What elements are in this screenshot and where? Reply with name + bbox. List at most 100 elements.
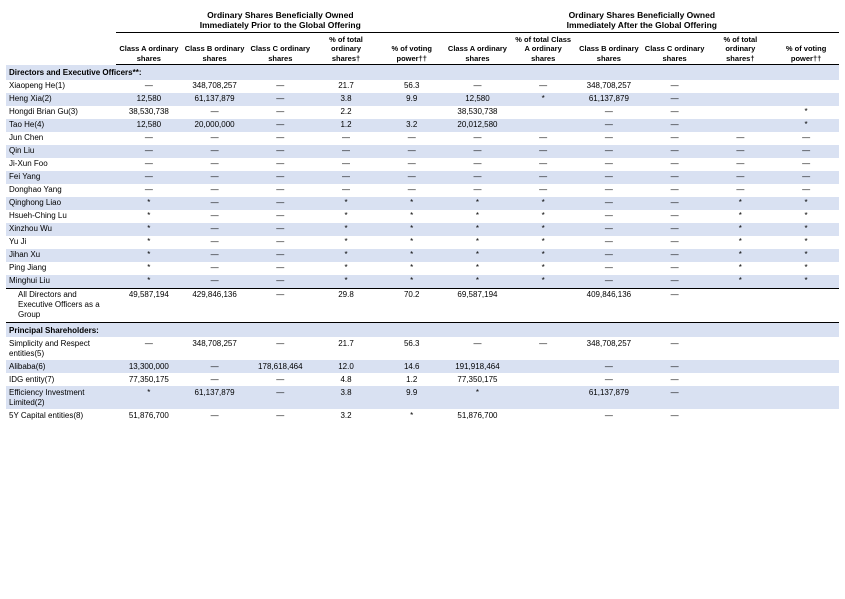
classB-after: — xyxy=(576,210,642,223)
classB-before: 348,708,257 xyxy=(182,337,248,360)
classB-after: — xyxy=(576,145,642,158)
data-row: Qinghong Liao*——****——** xyxy=(6,197,839,210)
pct-total-after: * xyxy=(707,262,773,275)
classA-before: 77,350,175 xyxy=(116,373,182,386)
col-classC-before: Class C ordinary shares xyxy=(247,33,313,65)
classC-before: — xyxy=(247,145,313,158)
classB-after: 348,708,257 xyxy=(576,337,642,360)
pct-total-before: 29.8 xyxy=(313,288,379,322)
group-row: All Directors and Executive Officers as … xyxy=(6,288,839,322)
data-row: Efficiency Investment Limited(2)*61,137,… xyxy=(6,386,839,409)
pct-classA-after: — xyxy=(510,80,576,93)
pct-total-after xyxy=(707,386,773,409)
pct-classA-after: — xyxy=(510,158,576,171)
data-row: Yu Ji*——****——** xyxy=(6,236,839,249)
data-row: Qin Liu——————————— xyxy=(6,145,839,158)
classC-after: — xyxy=(642,288,708,322)
pct-voting-before: * xyxy=(379,409,445,422)
classB-before: — xyxy=(182,262,248,275)
classB-before: 348,708,257 xyxy=(182,80,248,93)
classC-before: — xyxy=(247,288,313,322)
classC-after: — xyxy=(642,275,708,289)
classA-before: * xyxy=(116,262,182,275)
pct-classA-after: — xyxy=(510,171,576,184)
pct-total-after: — xyxy=(707,132,773,145)
classC-after: — xyxy=(642,145,708,158)
pct-voting-after xyxy=(773,288,839,322)
pct-voting-after: * xyxy=(773,249,839,262)
classC-after: — xyxy=(642,119,708,132)
row-name: Xinzhou Wu xyxy=(6,223,116,236)
pct-total-before: * xyxy=(313,210,379,223)
classC-before: — xyxy=(247,197,313,210)
classC-after: — xyxy=(642,80,708,93)
classC-before: — xyxy=(247,236,313,249)
pct-classA-after: — xyxy=(510,184,576,197)
classB-after: — xyxy=(576,360,642,373)
pct-voting-after xyxy=(773,337,839,360)
pct-total-before: 4.8 xyxy=(313,373,379,386)
pct-classA-after: * xyxy=(510,236,576,249)
classA-after: * xyxy=(445,275,511,289)
classA-before: 12,580 xyxy=(116,93,182,106)
classB-before: — xyxy=(182,223,248,236)
pct-voting-before: — xyxy=(379,145,445,158)
classC-after: — xyxy=(642,249,708,262)
classB-before: — xyxy=(182,236,248,249)
data-row: Xinzhou Wu*——****——** xyxy=(6,223,839,236)
classA-before: * xyxy=(116,249,182,262)
pct-voting-before: * xyxy=(379,249,445,262)
pct-total-before: — xyxy=(313,158,379,171)
classA-before: 49,587,194 xyxy=(116,288,182,322)
pct-total-after xyxy=(707,373,773,386)
pct-voting-before: * xyxy=(379,197,445,210)
classB-before: 61,137,879 xyxy=(182,93,248,106)
classA-before: 38,530,738 xyxy=(116,106,182,119)
classC-before: — xyxy=(247,171,313,184)
pct-classA-after: * xyxy=(510,262,576,275)
col-classB-after: Class B ordinary shares xyxy=(576,33,642,65)
classC-before: — xyxy=(247,106,313,119)
classA-after: 20,012,580 xyxy=(445,119,511,132)
classA-after: 12,580 xyxy=(445,93,511,106)
pct-voting-after: — xyxy=(773,171,839,184)
classA-before: 13,300,000 xyxy=(116,360,182,373)
pct-total-after xyxy=(707,80,773,93)
classA-after: 191,918,464 xyxy=(445,360,511,373)
classB-after: 409,846,136 xyxy=(576,288,642,322)
pct-classA-after xyxy=(510,360,576,373)
pct-voting-before xyxy=(379,106,445,119)
classB-after: — xyxy=(576,236,642,249)
pct-voting-after: * xyxy=(773,223,839,236)
pct-total-after: * xyxy=(707,210,773,223)
pct-voting-before: 14.6 xyxy=(379,360,445,373)
pct-classA-after: * xyxy=(510,210,576,223)
classC-before: 178,618,464 xyxy=(247,360,313,373)
pct-total-before: — xyxy=(313,145,379,158)
classC-after: — xyxy=(642,197,708,210)
row-name: Ji-Xun Foo xyxy=(6,158,116,171)
classB-before: 20,000,000 xyxy=(182,119,248,132)
pct-classA-after: * xyxy=(510,275,576,289)
data-row: Heng Xia(2)12,58061,137,879—3.89.912,580… xyxy=(6,93,839,106)
classC-before: — xyxy=(247,223,313,236)
data-row: Xiaopeng He(1)—348,708,257—21.756.3——348… xyxy=(6,80,839,93)
pct-voting-after xyxy=(773,360,839,373)
row-name: Heng Xia(2) xyxy=(6,93,116,106)
data-row: Jun Chen——————————— xyxy=(6,132,839,145)
classB-before: — xyxy=(182,132,248,145)
pct-voting-before: 56.3 xyxy=(379,337,445,360)
col-classC-after: Class C ordinary shares xyxy=(642,33,708,65)
classC-after: — xyxy=(642,184,708,197)
pct-voting-before: * xyxy=(379,210,445,223)
classB-after: 348,708,257 xyxy=(576,80,642,93)
pct-total-after: — xyxy=(707,145,773,158)
classB-after: — xyxy=(576,262,642,275)
classB-after: — xyxy=(576,106,642,119)
classB-after: — xyxy=(576,197,642,210)
classB-after: — xyxy=(576,409,642,422)
pct-total-before: 12.0 xyxy=(313,360,379,373)
pct-voting-before: — xyxy=(379,171,445,184)
classB-after: 61,137,879 xyxy=(576,93,642,106)
section-header-label: Directors and Executive Officers**: xyxy=(6,65,839,80)
